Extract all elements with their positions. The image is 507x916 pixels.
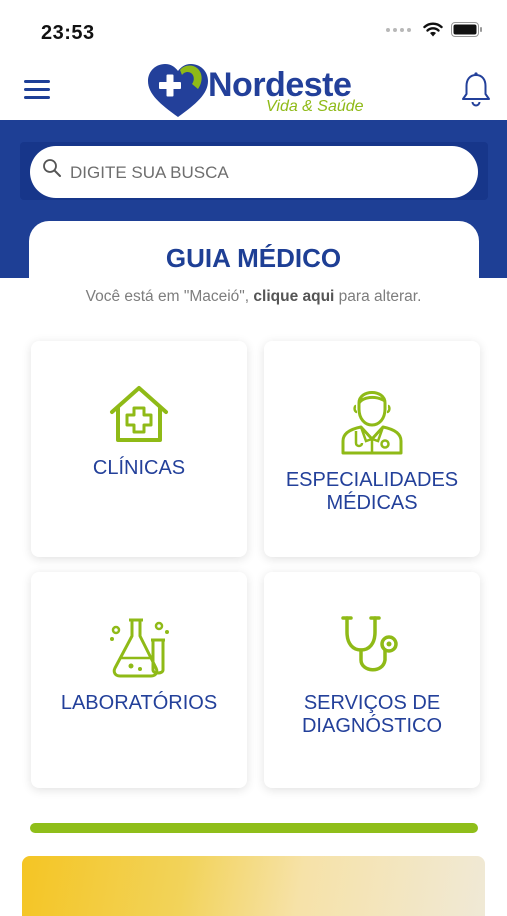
category-label: SERVIÇOS DE DIAGNÓSTICO — [301, 692, 442, 737]
notification-bell-icon[interactable] — [459, 70, 493, 110]
location-suffix: para alterar. — [334, 288, 422, 305]
category-label: ESPECIALIDADES MÉDICAS — [285, 469, 459, 514]
battery-icon — [451, 22, 482, 37]
status-icons — [386, 22, 483, 37]
change-location-link[interactable]: clique aqui — [253, 288, 334, 305]
section-divider — [30, 823, 478, 833]
logo-tagline: Vida & Saúde — [266, 98, 364, 115]
logo: Nordeste Vida & Saúde — [146, 60, 376, 122]
location-prefix: Você está em "Maceió", — [85, 288, 254, 305]
search-input[interactable] — [68, 146, 452, 200]
signal-dots-icon — [386, 27, 411, 32]
clinic-icon — [110, 386, 168, 442]
category-tile-clinicas[interactable]: CLÍNICAS — [31, 341, 247, 557]
wifi-icon — [423, 22, 443, 37]
doctor-icon — [341, 391, 403, 455]
status-bar: 23:53 — [0, 0, 507, 60]
location-text: Você está em "Maceió", clique aqui para … — [0, 288, 507, 306]
search-icon — [43, 159, 61, 177]
app-header: Nordeste Vida & Saúde — [0, 60, 507, 120]
lab-flask-icon — [110, 618, 169, 678]
category-tile-especialidades[interactable]: ESPECIALIDADES MÉDICAS — [264, 341, 480, 557]
category-tile-servicos-diagnostico[interactable]: SERVIÇOS DE DIAGNÓSTICO — [264, 572, 480, 788]
search-bar[interactable] — [30, 146, 478, 200]
stethoscope-icon — [341, 616, 398, 672]
category-tile-laboratorios[interactable]: LABORATÓRIOS — [31, 572, 247, 788]
category-label: LABORATÓRIOS — [60, 692, 218, 714]
heart-cross-logo-icon — [148, 64, 208, 117]
menu-button[interactable] — [22, 76, 52, 102]
page-title: GUIA MÉDICO — [165, 243, 342, 273]
promo-banner[interactable] — [22, 856, 485, 916]
status-time: 23:53 — [41, 22, 95, 44]
category-label: CLÍNICAS — [92, 457, 186, 479]
